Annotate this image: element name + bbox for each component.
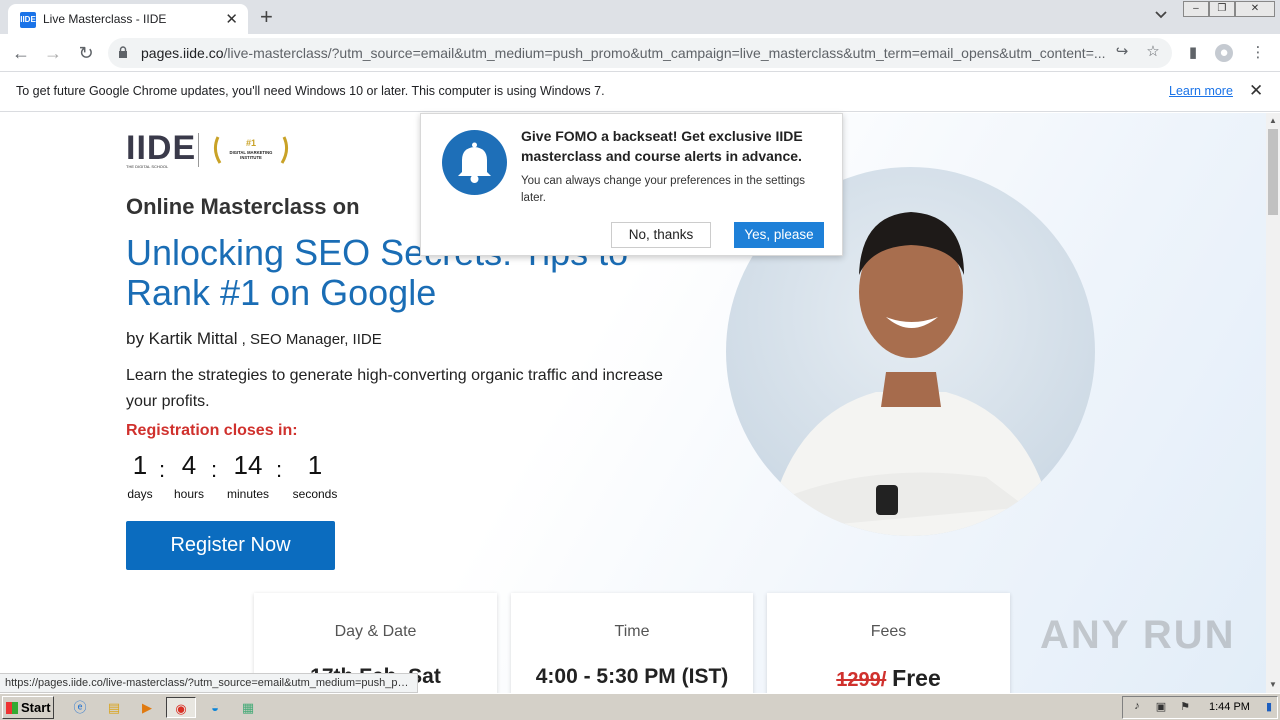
action-center-flag-icon[interactable]: ⚑ bbox=[1177, 700, 1193, 716]
countdown-separator: : bbox=[276, 457, 283, 482]
windows-taskbar: Start ⓔ ▤ ▶ ◉ ◒ ▦ ♪ ▣ ⚑ 1:44 PM ▮ bbox=[0, 693, 1280, 720]
scroll-thumb[interactable] bbox=[1268, 129, 1278, 215]
profile-avatar-icon[interactable]: ● bbox=[1215, 44, 1233, 62]
scroll-down-icon[interactable]: ▼ bbox=[1269, 680, 1277, 689]
bell-icon bbox=[442, 130, 507, 195]
window-close-icon[interactable]: ✕ bbox=[1234, 1, 1275, 17]
fees-card-value: 1299/ Free bbox=[767, 665, 1010, 692]
notification-body: You can always change your preferences i… bbox=[521, 175, 806, 204]
logo-divider bbox=[198, 133, 199, 167]
countdown-hours: 4 hours bbox=[173, 450, 205, 501]
tab-strip: IIDE Live Masterclass - IIDE ✕ + – ❐ ✕ bbox=[0, 0, 1280, 34]
taskbar-clock[interactable]: 1:44 PM bbox=[1209, 701, 1250, 713]
notification-prompt: Give FOMO a backseat! Get exclusive IIDE… bbox=[420, 113, 843, 256]
countdown-timer: 1 days : 4 hours : 14 minutes : 1 seconds bbox=[126, 449, 366, 507]
anyrun-watermark: ANY RUN bbox=[1040, 613, 1236, 657]
registration-closes-label: Registration closes in: bbox=[126, 422, 298, 439]
new-tab-button[interactable]: + bbox=[260, 4, 273, 30]
infobar-close-icon[interactable]: ✕ bbox=[1249, 81, 1263, 101]
time-card: Time 4:00 - 5:30 PM (IST) bbox=[511, 593, 753, 693]
speaker-byline: by Kartik Mittal , SEO Manager, IIDE bbox=[126, 329, 382, 348]
time-card-value: 4:00 - 5:30 PM (IST) bbox=[535, 665, 729, 688]
countdown-days: 1 days bbox=[127, 450, 153, 501]
chrome-icon[interactable]: ◉ bbox=[166, 697, 196, 718]
ie-icon[interactable]: ⓔ bbox=[68, 697, 92, 718]
countdown-minutes: 14 minutes bbox=[226, 450, 270, 501]
explorer-folder-icon[interactable]: ▤ bbox=[102, 697, 126, 718]
svg-text:#1: #1 bbox=[246, 138, 256, 148]
link-status-bubble: https://pages.iide.co/live-masterclass/?… bbox=[0, 673, 418, 693]
countdown-separator: : bbox=[159, 457, 166, 482]
free-price: Free bbox=[892, 665, 941, 691]
kebab-menu-icon[interactable]: ⋮ bbox=[1249, 44, 1267, 62]
no-thanks-button[interactable]: No, thanks bbox=[611, 222, 711, 248]
notification-title: Give FOMO a backseat! Get exclusive IIDE… bbox=[521, 128, 803, 164]
masterclass-description: Learn the strategies to generate high-co… bbox=[126, 367, 663, 410]
countdown-seconds: 1 seconds bbox=[292, 450, 338, 501]
update-infobar: To get future Google Chrome updates, you… bbox=[0, 72, 1280, 112]
register-now-button[interactable]: Register Now bbox=[126, 521, 335, 570]
share-icon[interactable]: ↪ bbox=[1113, 43, 1131, 61]
media-player-icon[interactable]: ▶ bbox=[135, 697, 159, 718]
notepad-icon[interactable]: ▦ bbox=[236, 697, 260, 718]
learn-more-link[interactable]: Learn more bbox=[1169, 84, 1233, 98]
laurel-badge-icon: #1 DIGITAL MARKETING INSTITUTE bbox=[213, 136, 289, 164]
vertical-scrollbar[interactable]: ▲ ▼ bbox=[1266, 113, 1280, 693]
tab-search-chevron-icon[interactable] bbox=[1154, 8, 1168, 22]
start-button[interactable]: Start bbox=[2, 696, 54, 719]
browser-toolbar: ← → ↻ pages.iide.co/live-masterclass/?ut… bbox=[0, 34, 1280, 72]
network-icon[interactable]: ▣ bbox=[1153, 700, 1169, 716]
system-tray: ♪ ▣ ⚑ 1:44 PM ▮ bbox=[1122, 696, 1278, 719]
iide-logo[interactable]: IIDE THE DIGITAL SCHOOL #1 DIGITAL MARKE… bbox=[126, 131, 296, 169]
fees-card: Fees 1299/ Free bbox=[767, 593, 1010, 693]
edge-icon[interactable]: ◒ bbox=[203, 697, 227, 718]
back-arrow-icon[interactable]: ← bbox=[10, 42, 32, 64]
date-card-label: Day & Date bbox=[334, 623, 417, 640]
window-controls: – ❐ ✕ bbox=[1183, 1, 1275, 17]
reload-icon[interactable]: ↻ bbox=[75, 42, 97, 64]
iide-favicon-icon: IIDE bbox=[20, 12, 36, 28]
restore-icon[interactable]: ❐ bbox=[1208, 1, 1235, 17]
yes-please-button[interactable]: Yes, please bbox=[734, 222, 824, 248]
address-bar[interactable]: pages.iide.co/live-masterclass/?utm_sour… bbox=[108, 38, 1172, 68]
url-text: pages.iide.co/live-masterclass/?utm_sour… bbox=[141, 45, 1106, 61]
windows-flag-icon bbox=[6, 702, 18, 714]
bookmark-star-icon[interactable]: ☆ bbox=[1144, 43, 1162, 61]
show-desktop-icon[interactable]: ▮ bbox=[1261, 700, 1277, 716]
infobar-message: To get future Google Chrome updates, you… bbox=[16, 84, 605, 98]
time-card-label: Time bbox=[614, 623, 650, 640]
minimize-icon[interactable]: – bbox=[1183, 1, 1209, 17]
svg-text:INSTITUTE: INSTITUTE bbox=[240, 155, 262, 160]
browser-tab[interactable]: IIDE Live Masterclass - IIDE ✕ bbox=[8, 4, 248, 34]
logo-subtext: THE DIGITAL SCHOOL bbox=[126, 164, 169, 169]
forward-arrow-icon[interactable]: → bbox=[42, 42, 64, 64]
tab-title: Live Masterclass - IIDE bbox=[43, 12, 167, 26]
fees-card-label: Fees bbox=[870, 623, 907, 640]
tab-close-icon[interactable]: ✕ bbox=[225, 10, 238, 28]
volume-icon[interactable]: ♪ bbox=[1129, 700, 1145, 716]
old-price: 1299/ bbox=[836, 669, 887, 691]
logo-wordmark: IIDE bbox=[126, 129, 197, 167]
side-panel-icon[interactable]: ▮ bbox=[1184, 44, 1202, 62]
masterclass-eyebrow: Online Masterclass on bbox=[126, 194, 360, 219]
scroll-up-icon[interactable]: ▲ bbox=[1269, 116, 1277, 125]
countdown-separator: : bbox=[211, 457, 218, 482]
lock-icon bbox=[119, 46, 127, 58]
